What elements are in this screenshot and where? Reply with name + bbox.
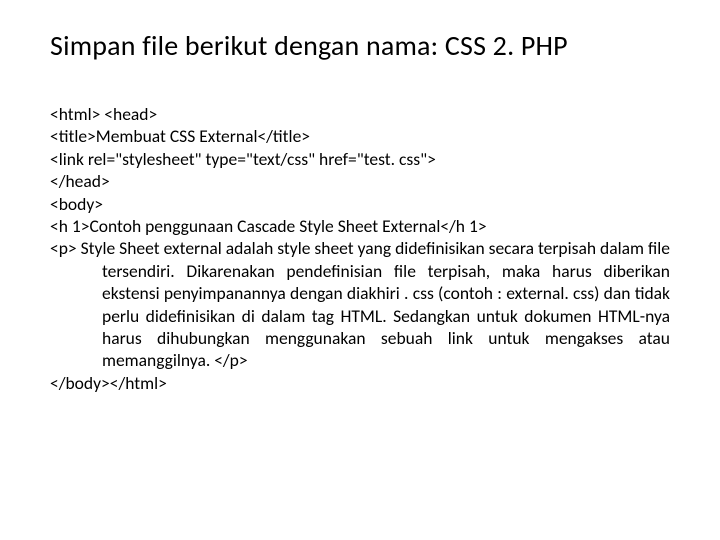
code-line: <title>Membuat CSS External</title>	[50, 125, 670, 147]
code-line: <html> <head>	[50, 103, 670, 125]
code-line: <body>	[50, 193, 670, 215]
code-line: </head>	[50, 170, 670, 192]
slide-title: Simpan file berikut dengan nama: CSS 2. …	[50, 28, 670, 63]
code-line: <link rel="stylesheet" type="text/css" h…	[50, 148, 670, 170]
slide: Simpan file berikut dengan nama: CSS 2. …	[0, 0, 720, 540]
code-line: </body></html>	[50, 372, 670, 394]
code-paragraph: <p> Style Sheet external adalah style sh…	[50, 237, 670, 371]
code-listing: <html> <head> <title>Membuat CSS Externa…	[50, 103, 670, 394]
code-line: <h 1>Contoh penggunaan Cascade Style She…	[50, 215, 670, 237]
